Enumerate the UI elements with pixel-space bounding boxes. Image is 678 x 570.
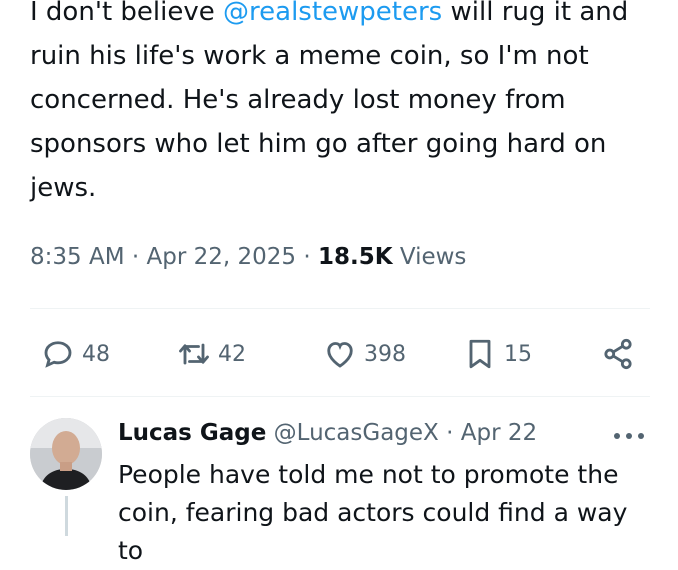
tweet-text-before: I don't believe — [30, 0, 224, 27]
reply-icon — [44, 341, 72, 368]
divider-top — [30, 308, 650, 309]
reply-header: Lucas Gage @LucasGageX · Apr 22 — [118, 420, 537, 446]
divider-bottom — [30, 396, 650, 397]
like-button[interactable]: 398 — [322, 330, 406, 378]
share-button[interactable] — [600, 330, 642, 378]
repost-icon — [179, 343, 209, 365]
views-label: Views — [392, 244, 467, 270]
mention-link[interactable]: @realstewpeters — [223, 0, 442, 27]
reply-button[interactable]: 48 — [40, 330, 110, 378]
bookmark-button[interactable]: 15 — [462, 330, 532, 378]
thread-line — [65, 496, 68, 536]
repost-button[interactable]: 42 — [176, 330, 246, 378]
bookmark-count: 15 — [504, 341, 532, 367]
reply-text: People have told me not to promote the c… — [118, 460, 628, 565]
tweet-text: I don't believe @realstewpeters will rug… — [30, 0, 670, 210]
like-count: 398 — [364, 341, 406, 367]
bookmark-icon — [469, 339, 491, 369]
reply-count: 48 — [82, 341, 110, 367]
meta-separator: · — [124, 244, 147, 270]
reply-author-handle[interactable]: @LucasGageX — [274, 420, 439, 446]
repost-count: 42 — [218, 341, 246, 367]
reply-tweet[interactable]: Lucas Gage @LucasGageX · Apr 22 People h… — [0, 400, 678, 565]
avatar[interactable] — [30, 418, 102, 490]
meta-separator: · — [296, 244, 318, 270]
tweet-meta: 8:35 AM · Apr 22, 2025 · 18.5K Views — [30, 244, 466, 270]
reply-separator: · — [438, 420, 461, 446]
tweet-date[interactable]: Apr 22, 2025 — [146, 244, 296, 270]
tweet-text-after: will rug it and ruin his life's work a m… — [30, 0, 629, 203]
avatar-image — [30, 418, 102, 490]
like-icon — [327, 342, 353, 368]
share-icon — [604, 338, 632, 370]
action-bar: 48 42 398 15 — [0, 330, 678, 378]
tweet-time[interactable]: 8:35 AM — [30, 244, 125, 270]
reply-date[interactable]: Apr 22 — [461, 420, 537, 446]
more-icon[interactable] — [612, 430, 646, 442]
views-count[interactable]: 18.5K — [318, 244, 393, 270]
reply-author-name[interactable]: Lucas Gage — [118, 420, 266, 446]
